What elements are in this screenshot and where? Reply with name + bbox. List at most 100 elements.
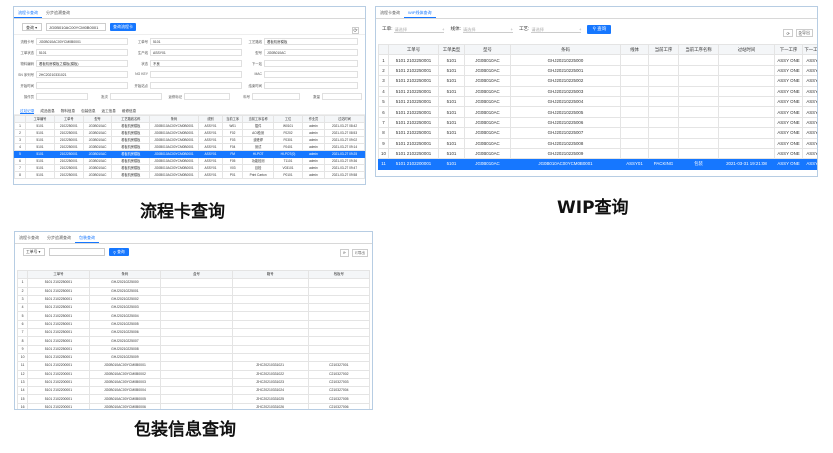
table-row[interactable]: 8 5101 2102250001 JG0B010AC 看板机房模板 JG0B010AC0… [14, 171, 365, 179]
column-header[interactable]: 工位 [273, 115, 303, 123]
column-header[interactable]: 盒号 [160, 269, 233, 280]
table-row[interactable]: 1 5101 2102250001 GHJ20210225000 [16, 278, 371, 288]
table-cell [231, 311, 309, 321]
table-row[interactable]: 4 5101 2102250001 GHJ20210225003 [16, 303, 371, 313]
detail-subtab[interactable]: 包装信息 [81, 107, 95, 114]
column-header[interactable]: 工单编号 [25, 115, 55, 123]
column-header[interactable]: 工单号 [27, 269, 90, 280]
detail-subtab[interactable]: 返工信息 [102, 107, 116, 114]
column-header[interactable]: 当前工序 [222, 115, 244, 123]
detail-subtab[interactable]: 维修信息 [122, 107, 136, 114]
table-row[interactable]: 6 5101 2102250001 5101 JG0B010AC GHJ20210225… [378, 106, 817, 118]
export-button[interactable]: ⎘ 导出 [795, 29, 813, 37]
table-row[interactable]: 3 5101 2102250001 GHJ20210225002 [16, 294, 371, 305]
column-header[interactable] [14, 115, 27, 123]
table-row[interactable]: 6 5101 2102250001 GHJ20210225005 [16, 319, 371, 330]
tab-step-trace-query[interactable]: 分步追溯查询 [43, 232, 75, 243]
table-row[interactable]: 8 5101 2102250001 GHJ20210225007 [16, 336, 371, 346]
column-header[interactable]: 型号 [464, 43, 511, 56]
table-row[interactable]: 11 5101 2102200001 JG0B010AC00YCM0B0001 ZHC… [16, 361, 371, 371]
column-header[interactable]: 线体 [620, 43, 649, 56]
refresh-icon[interactable]: ⟳ [783, 29, 793, 37]
column-header[interactable]: 条码 [88, 269, 162, 280]
column-header[interactable]: 当前工序名称 [242, 115, 275, 123]
column-header[interactable]: 过站时间 [718, 43, 775, 56]
query-field-select[interactable]: 工单号 ▾ [23, 248, 45, 256]
table-row[interactable]: 13 5101 2102200001 JG0B010AC00YCM0B0003 ZHC… [16, 377, 371, 388]
column-header[interactable] [378, 43, 389, 56]
column-header[interactable]: 工单号 [388, 43, 439, 56]
table-row[interactable]: 11 5101 2102200001 5101 JG0B010AC JG0B010AC0… [378, 158, 817, 170]
column-header[interactable] [16, 269, 29, 280]
tab-flow-card-query[interactable]: 流程卡查询 [14, 7, 42, 18]
flow-card-input[interactable]: JG0B010AC00YCM0B0001 [46, 22, 106, 31]
tab-flow-card-query[interactable]: 流程卡查询 [15, 232, 43, 243]
detail-subtab[interactable]: 过站记录 [20, 107, 35, 114]
column-header[interactable]: 栈板号 [307, 269, 371, 280]
column-header[interactable]: 工艺路线名称 [111, 115, 151, 123]
line-select[interactable]: 请选择 + [462, 26, 513, 33]
tab-wip-line-query[interactable]: WIP线体查询 [404, 7, 436, 18]
table-row[interactable]: 5 5101 2102250001 JG0B010AC 看板机房模板 JG0B010AC0… [14, 150, 365, 158]
column-header[interactable]: 条码 [149, 115, 199, 123]
tab-packing-query[interactable]: 包装查询 [75, 232, 99, 243]
table-row[interactable]: 4 5101 2102250001 JG0B010AC 看板机房模板 JG0B010AC0… [14, 143, 365, 151]
column-header[interactable]: 下一工序 [774, 43, 803, 56]
table-row[interactable]: 2 5101 2102250001 JG0B010AC 看板机房模板 JG0B010AC0… [14, 129, 365, 137]
tab-step-trace-query[interactable]: 分步追溯查询 [42, 7, 74, 18]
table-row[interactable]: 3 5101 2102250001 JG0B010AC 看板机房模板 JG0B010AC0… [14, 136, 365, 144]
work-order-select[interactable]: 请选择 + [394, 26, 445, 33]
table-row[interactable]: 16 5101 2102200001 JG0B010AC00YCM0B0006 ZHC… [16, 402, 371, 409]
column-header[interactable]: 箱号 [231, 269, 309, 280]
table-row[interactable]: 6 5101 2102250001 JG0B010AC 看板机房模板 JG0B010AC0… [14, 157, 365, 165]
column-header[interactable]: 过站时间 [324, 115, 365, 123]
table-cell: admin [301, 143, 326, 151]
caption-wip-query: WIP查询 [557, 198, 629, 218]
table-row[interactable]: 1 5101 2102250001 JG0B010AC 看板机房模板 JG0B010AC0… [14, 122, 365, 130]
column-header[interactable]: 线别 [197, 115, 224, 123]
refresh-icon[interactable]: ⟳ [339, 249, 349, 257]
table-row[interactable]: 9 5101 2102250001 5101 JG0B010AC GHJ20210225… [378, 137, 817, 149]
table-row[interactable]: 8 5101 2102250001 5101 JG0B010AC GHJ20210225… [378, 127, 817, 139]
table-cell: 看板机房模板 [111, 136, 151, 144]
table-cell: 2021-03-27 09:58 [324, 171, 365, 179]
table-row[interactable]: 7 5101 2102250001 JG0B010AC 看板机房模板 JG0B010AC0… [14, 164, 365, 172]
export-button[interactable]: ⎘ 导出 [351, 249, 368, 257]
column-header[interactable]: 型号 [82, 115, 113, 123]
query-flow-card-button[interactable]: 查询流程卡 [110, 22, 136, 31]
column-header[interactable]: 当前工序名称 [678, 43, 719, 56]
table-row[interactable]: 5 5101 2102250001 5101 JG0B010AC GHJ20210225… [378, 95, 817, 108]
table-row[interactable]: 4 5101 2102250001 5101 JG0B010AC GHJ20210225… [378, 85, 817, 97]
table-row[interactable]: 1 5101 2102250001 5101 JG0B010AC GHJ20210225… [378, 54, 817, 66]
table-cell: 5 [14, 150, 27, 158]
column-header[interactable]: 下一工序名称 [802, 43, 817, 56]
table-row[interactable]: 7 5101 2102250001 GHJ20210225006 [16, 328, 371, 338]
table-row[interactable]: 15 5101 2102200001 JG0B010AC00YCM0B0005 ZHC… [16, 394, 371, 404]
query-button[interactable]: ⚲ 查询 [109, 248, 129, 256]
query-type-select[interactable]: 查询 ▾ [22, 22, 42, 31]
detail-subtab[interactable]: 物料信息 [61, 107, 75, 114]
table-row[interactable]: 2 5101 2102250001 5101 JG0B010AC GHJ20210225… [378, 64, 817, 77]
table-row[interactable]: 7 5101 2102250001 5101 JG0B010AC GHJ20210225… [378, 116, 817, 129]
table-row[interactable]: 9 5101 2102250001 GHJ20210225008 [16, 344, 371, 354]
table-row[interactable]: 3 5101 2102250001 5101 JG0B010AC GHJ20210225… [378, 75, 817, 87]
table-row[interactable]: 10 5101 2102250001 GHJ20210225009 [16, 352, 371, 363]
detail-subtab[interactable]: 成品信息 [40, 107, 54, 114]
column-header[interactable]: 工单类型 [438, 43, 465, 56]
tab-flow-card-query[interactable]: 流程卡查询 [376, 7, 404, 18]
column-header[interactable]: 工单号 [53, 115, 84, 123]
table-cell: F02 [222, 129, 244, 137]
process-select[interactable]: 请选择 + [531, 26, 582, 33]
table-row[interactable]: 5 5101 2102250001 GHJ20210225004 [16, 311, 371, 321]
search-input[interactable] [49, 248, 105, 256]
table-row[interactable]: 14 5101 2102200001 JG0B010AC00YCM0B0004 ZHC… [16, 386, 371, 396]
table-row[interactable]: 10 5101 2102250001 5101 JG0B010AC GHJ2021022… [378, 147, 817, 160]
table-row[interactable]: 2 5101 2102250001 GHJ20210225001 [16, 286, 371, 296]
query-button[interactable]: ⚲ 查询 [587, 24, 612, 34]
column-header[interactable]: 作业员 [301, 115, 326, 123]
table-row[interactable]: 12 5101 2102200001 JG0B010AC00YCM0B0002 ZHC… [16, 369, 371, 379]
table-cell: ZHC20210331021 [231, 361, 309, 371]
column-header[interactable]: 条码 [510, 43, 621, 56]
refresh-icon[interactable]: ⟳ [352, 27, 359, 34]
column-header[interactable]: 当前工序 [648, 43, 679, 56]
